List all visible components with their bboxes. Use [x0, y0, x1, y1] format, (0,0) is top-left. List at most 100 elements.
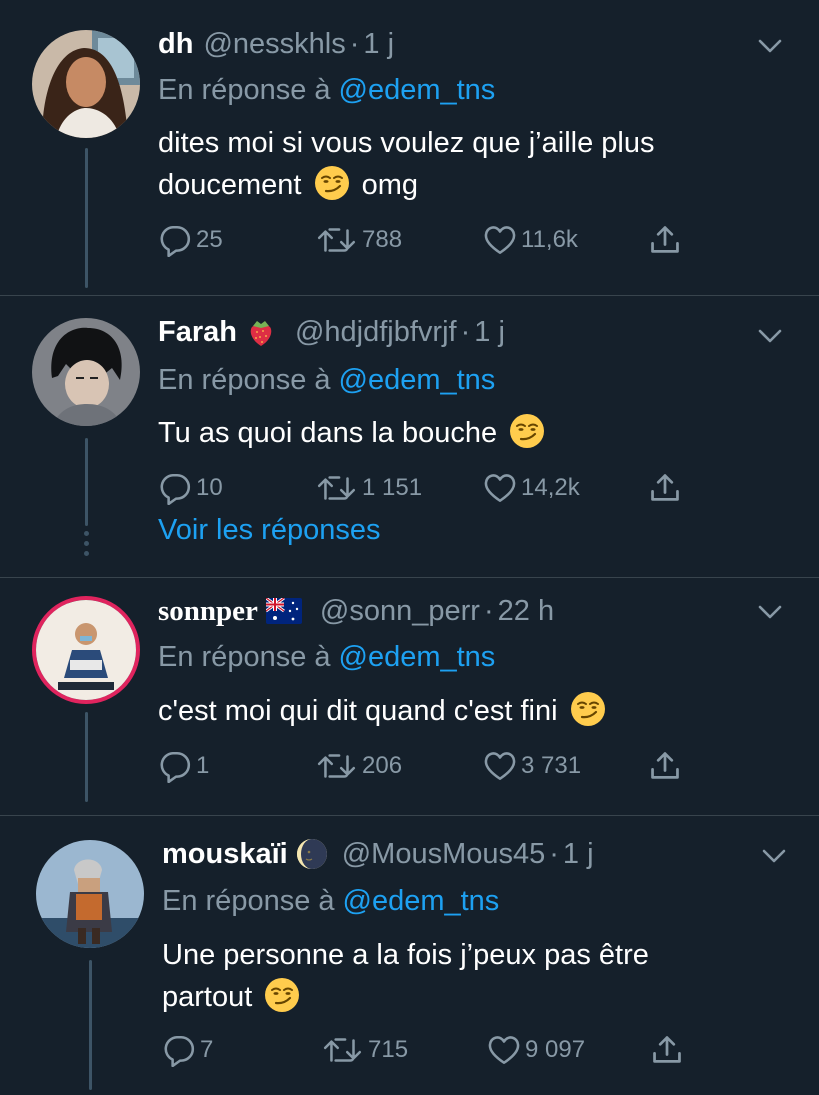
- like-count: 11,6k: [521, 226, 578, 253]
- heart-icon: [483, 472, 517, 504]
- share-button[interactable]: [648, 746, 682, 786]
- like-button[interactable]: 11,6k: [483, 220, 578, 260]
- avatar[interactable]: [32, 596, 140, 704]
- chevron-down-icon[interactable]: [756, 36, 784, 56]
- reply-icon: [158, 223, 192, 257]
- chevron-down-icon[interactable]: [756, 602, 784, 622]
- timestamp[interactable]: 1 j: [563, 837, 594, 871]
- share-icon: [648, 749, 682, 783]
- smirking-face-icon: [570, 691, 606, 727]
- reply-count: 7: [200, 1036, 214, 1063]
- tweet-text-line: Une personne a la fois j’peux pas être: [162, 939, 649, 971]
- separator: ·: [460, 316, 471, 348]
- retweet-button[interactable]: 1 151: [316, 468, 422, 508]
- tweet-header: dh @nesskhls · 1 j: [158, 27, 394, 61]
- new-moon-face-icon: [296, 838, 328, 870]
- like-count: 3 731: [521, 752, 582, 779]
- username[interactable]: @nesskhls: [203, 27, 345, 61]
- avatar[interactable]: [32, 30, 140, 138]
- avatar[interactable]: [36, 840, 144, 948]
- tweet-actions: 25 788 11,6k: [158, 220, 698, 260]
- timestamp[interactable]: 1 j: [474, 315, 505, 349]
- like-button[interactable]: 9 097: [487, 1030, 585, 1070]
- separator: ·: [349, 28, 360, 60]
- retweet-count: 788: [362, 226, 403, 253]
- display-name[interactable]: mouskaïi: [162, 837, 288, 871]
- share-button[interactable]: [648, 220, 682, 260]
- chevron-down-icon[interactable]: [760, 846, 788, 866]
- tweet-2[interactable]: Farah @hdjdfjbfvrjf · 1 j En réponse à @e…: [0, 296, 819, 578]
- tweet-actions: 7 715 9 097: [162, 1030, 702, 1070]
- retweet-button[interactable]: 788: [316, 220, 402, 260]
- heart-icon: [487, 1034, 521, 1066]
- timestamp[interactable]: 22 h: [498, 594, 554, 628]
- reply-icon: [158, 471, 192, 505]
- smirking-face-icon: [314, 165, 350, 201]
- share-button[interactable]: [650, 1030, 684, 1070]
- retweet-button[interactable]: 715: [322, 1030, 408, 1070]
- retweet-icon: [316, 224, 358, 256]
- timestamp[interactable]: 1 j: [363, 27, 394, 61]
- thread-line: [85, 148, 88, 288]
- tweet-text: c'est moi qui dit quand c'est fini: [158, 690, 778, 732]
- reply-button[interactable]: 25: [158, 220, 223, 260]
- share-icon: [648, 223, 682, 257]
- tweet-text: Une personne a la fois j’peux pas être p…: [162, 934, 762, 1018]
- see-replies-link[interactable]: Voir les réponses: [158, 514, 380, 547]
- tweet-header: sonnper @sonn_perr · 22 h: [158, 594, 554, 628]
- tweet-3[interactable]: sonnper @sonn_perr · 22 h En réponse à @e…: [0, 578, 819, 816]
- retweet-icon: [322, 1034, 364, 1066]
- reply-prefix: En réponse à: [158, 364, 331, 396]
- smirking-face-icon: [264, 977, 300, 1013]
- display-name[interactable]: dh: [158, 27, 193, 61]
- smirking-face-icon: [509, 413, 545, 449]
- reply-context: En réponse à @edem_tns: [162, 884, 499, 918]
- like-button[interactable]: 14,2k: [483, 468, 580, 508]
- display-name[interactable]: Farah: [158, 315, 237, 349]
- avatar[interactable]: [32, 318, 140, 426]
- reply-mention-link[interactable]: @edem_tns: [339, 641, 496, 673]
- reply-prefix: En réponse à: [158, 74, 331, 106]
- retweet-button[interactable]: 206: [316, 746, 402, 786]
- tweet-actions: 10 1 151 14,2k: [158, 468, 698, 508]
- retweet-count: 1 151: [362, 474, 423, 501]
- username[interactable]: @sonn_perr: [320, 594, 480, 628]
- username[interactable]: @MousMous45: [342, 837, 546, 871]
- retweet-icon: [316, 750, 358, 782]
- thread-dots: [83, 438, 89, 558]
- reply-context: En réponse à @edem_tns: [158, 363, 495, 397]
- tweet-1[interactable]: dh @nesskhls · 1 j En réponse à @edem_tns…: [0, 0, 819, 296]
- chevron-down-icon[interactable]: [756, 326, 784, 346]
- retweet-count: 206: [362, 752, 403, 779]
- flag-australia-icon: [265, 598, 302, 624]
- tweet-text-part: partout: [162, 981, 253, 1013]
- retweet-count: 715: [368, 1036, 409, 1063]
- reply-count: 25: [196, 226, 223, 253]
- reply-mention-link[interactable]: @edem_tns: [339, 74, 496, 106]
- tweet-4[interactable]: mouskaïi @MousMous45 · 1 j En réponse à @…: [0, 816, 819, 1095]
- reply-button[interactable]: 7: [162, 1030, 213, 1070]
- tweet-header: mouskaïi @MousMous45 · 1 j: [162, 837, 594, 871]
- heart-icon: [483, 224, 517, 256]
- username[interactable]: @hdjdfjbfvrjf: [295, 315, 457, 349]
- thread-line: [84, 438, 88, 526]
- reply-mention-link[interactable]: @edem_tns: [339, 364, 496, 396]
- retweet-icon: [316, 472, 358, 504]
- share-icon: [650, 1033, 684, 1067]
- like-count: 9 097: [525, 1036, 586, 1063]
- reply-context: En réponse à @edem_tns: [158, 73, 495, 107]
- like-count: 14,2k: [521, 474, 580, 501]
- tweet-text: dites moi si vous voulez que j’aille plu…: [158, 122, 758, 206]
- separator: ·: [483, 595, 494, 627]
- like-button[interactable]: 3 731: [483, 746, 581, 786]
- share-button[interactable]: [648, 468, 682, 508]
- reply-button[interactable]: 1: [158, 746, 209, 786]
- display-name[interactable]: sonnper: [158, 594, 258, 628]
- tweet-text-part: doucement: [158, 169, 302, 201]
- reply-button[interactable]: 10: [158, 468, 223, 508]
- reply-count: 10: [196, 474, 223, 501]
- tweet-text-line: Tu as quoi dans la bouche: [158, 417, 498, 449]
- reply-icon: [162, 1033, 196, 1067]
- tweet-text: Tu as quoi dans la bouche: [158, 412, 758, 454]
- reply-mention-link[interactable]: @edem_tns: [343, 885, 500, 917]
